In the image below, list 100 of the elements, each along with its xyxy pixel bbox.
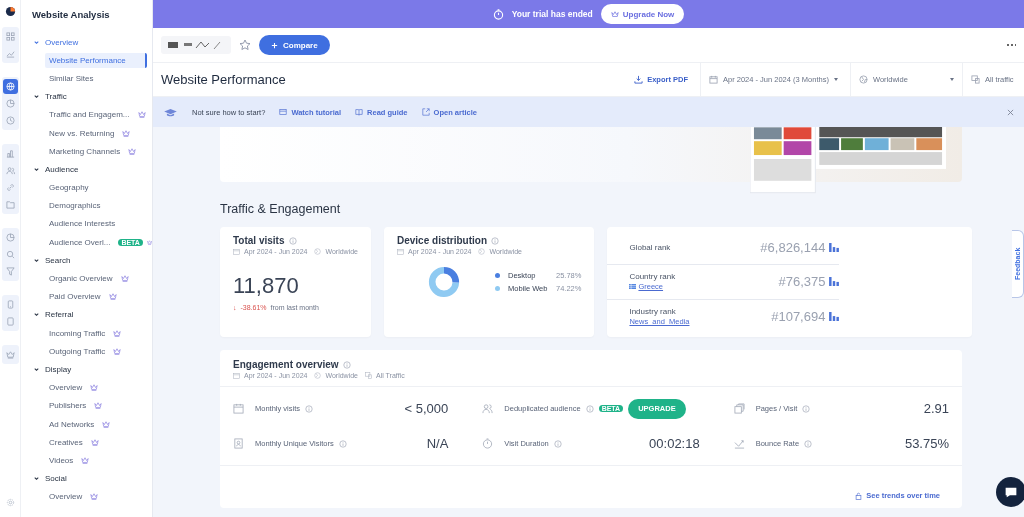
chevron-icon (33, 256, 40, 264)
section-header[interactable]: Display (33, 360, 152, 379)
metric-value: < 5,000 (404, 401, 449, 416)
external-icon (421, 108, 430, 116)
trial-message: Your trial has ended (511, 9, 593, 19)
card-title: Total visits (233, 235, 285, 246)
sidebar-item[interactable]: Website Performance (45, 52, 147, 68)
plus-icon (271, 41, 278, 49)
sidebar-item[interactable]: Publishers (45, 398, 91, 414)
calendar-icon (233, 372, 240, 379)
chevron-icon (33, 311, 40, 319)
star-icon[interactable] (239, 39, 251, 51)
metric-value: 53.75% (904, 436, 949, 451)
sidebar-item[interactable]: Geography (45, 180, 93, 196)
sidebar-item[interactable]: New vs. Returning (45, 125, 119, 141)
info-icon[interactable] (342, 360, 351, 369)
bar-chart-icon[interactable] (829, 243, 840, 253)
globe-icon (478, 248, 486, 255)
upgrade-button[interactable]: Upgrade Now (600, 4, 685, 24)
globe-icon (859, 75, 868, 84)
bounce-icon (733, 438, 745, 449)
bar-chart-icon[interactable] (829, 311, 840, 321)
crown-icon (610, 10, 619, 18)
section-header[interactable]: Referral (33, 305, 152, 324)
card-title: Device distribution (397, 235, 487, 246)
section-title: Traffic & Engagement (220, 202, 342, 217)
timer-icon (482, 438, 494, 449)
metric-value: N/A (426, 436, 449, 451)
info-icon[interactable] (804, 439, 813, 448)
sidebar-item[interactable]: Traffic and Engagem... (45, 107, 134, 123)
rank-value: #6,826,144 (760, 240, 826, 256)
lock-icon (855, 491, 863, 500)
rank-value: #107,694 (771, 308, 826, 324)
chevron-icon (33, 93, 40, 101)
total-visits-value: 11,870 (233, 273, 300, 299)
section-header[interactable]: Overview (33, 33, 152, 52)
flag-icon (629, 284, 637, 290)
info-icon[interactable] (288, 236, 297, 245)
calendar-icon (233, 248, 240, 255)
sidebar-item[interactable]: Creatives (45, 434, 87, 450)
traffic-icon (365, 372, 372, 379)
sidebar-item[interactable]: Overview (45, 380, 87, 396)
section-header[interactable]: Traffic (33, 87, 152, 106)
traffic-icon (971, 75, 980, 84)
compare-button[interactable]: Compare (259, 35, 330, 55)
sidebar-item[interactable]: Marketing Channels (45, 143, 125, 159)
metric-value: 00:02:18 (649, 436, 700, 451)
sidebar-item[interactable]: Organic Overview (45, 271, 117, 287)
site-logo-icon[interactable] (161, 36, 231, 54)
video-icon (279, 108, 288, 116)
rank-label: Country rank (629, 272, 677, 282)
sidebar-title: Website Analysis (32, 9, 111, 22)
chevron-icon (33, 38, 40, 46)
calendar-icon (709, 75, 718, 84)
info-icon[interactable] (491, 236, 499, 245)
more-icon[interactable] (1006, 43, 1016, 47)
timer-icon (492, 8, 504, 20)
globe-icon[interactable] (2, 79, 18, 94)
info-icon[interactable] (802, 404, 811, 413)
download-icon (634, 75, 644, 84)
close-icon[interactable] (1007, 108, 1014, 116)
section-header[interactable]: Social (33, 469, 152, 488)
chevron-icon (33, 475, 40, 483)
calendar-icon (233, 403, 244, 414)
sidebar-item[interactable]: Audience Overl... (45, 234, 115, 250)
chevron-icon (33, 365, 40, 373)
globe-icon (314, 372, 322, 379)
chat-icon[interactable] (996, 477, 1024, 507)
sidebar-item[interactable]: Overview (45, 489, 87, 505)
info-icon[interactable] (305, 404, 313, 413)
chevron-icon (33, 165, 40, 173)
logo-icon[interactable] (4, 6, 16, 17)
person-card-icon (233, 438, 244, 449)
sidebar-item[interactable]: Paid Overview (45, 289, 105, 305)
bar-chart-icon[interactable] (829, 277, 840, 287)
card-title: Engagement overview (233, 359, 339, 370)
page-title: Website Performance (161, 72, 287, 87)
sidebar-item[interactable]: Videos (45, 452, 78, 468)
sidebar-item[interactable]: Demographics (45, 198, 105, 214)
rank-value: #76,375 (778, 274, 826, 290)
rank-label: Global rank (629, 243, 672, 253)
section-header[interactable]: Search (33, 251, 152, 270)
settings-icon[interactable] (5, 498, 15, 507)
sidebar-item[interactable]: Audience Interests (45, 216, 120, 232)
sidebar-item[interactable]: Outgoing Traffic (45, 343, 110, 359)
graduation-cap-icon (163, 107, 178, 117)
sidebar-item[interactable]: Incoming Traffic (45, 325, 110, 341)
book-icon (355, 108, 364, 116)
people-icon (482, 403, 494, 414)
pages-icon (733, 403, 745, 414)
info-icon[interactable] (553, 439, 562, 448)
info-icon[interactable] (585, 404, 594, 413)
info-icon[interactable] (338, 439, 347, 448)
section-header[interactable]: Audience (33, 160, 152, 179)
rank-label: Industry rank (629, 306, 677, 316)
sidebar-item[interactable]: Similar Sites (45, 70, 98, 86)
sidebar-item[interactable]: Ad Networks (45, 416, 99, 432)
globe-icon (314, 248, 322, 255)
calendar-icon (397, 248, 404, 255)
metric-value: 2.91 (923, 401, 949, 416)
